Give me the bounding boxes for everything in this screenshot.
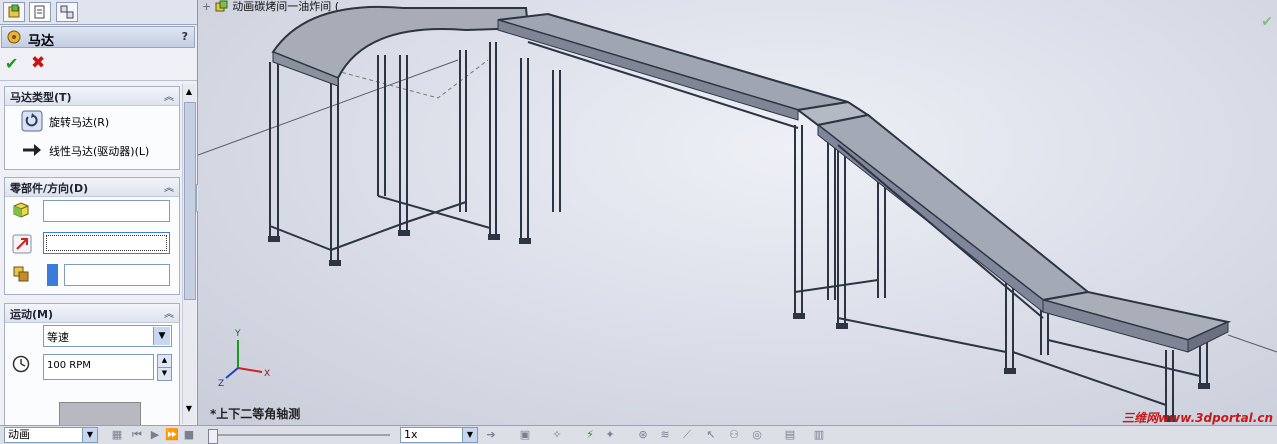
playback-speed-value: 1x — [404, 428, 418, 441]
divider — [0, 80, 197, 81]
playback-speed-select[interactable]: 1x ▼ — [400, 427, 478, 443]
chevron-down-icon[interactable]: ▼ — [82, 428, 97, 442]
motion-profile-graph — [59, 402, 141, 425]
rotary-motor-option[interactable]: 旋转马达(R) — [21, 109, 171, 132]
conveyor-model[interactable]: Y X Z — [198, 0, 1277, 425]
relative-to-field[interactable] — [64, 264, 170, 286]
component-direction-group: 零部件/方向(D) ︽ — [4, 177, 180, 295]
feature-manager-tab[interactable] — [3, 2, 25, 22]
study-type-value: 动画 — [8, 428, 30, 441]
ok-button[interactable]: ✔ — [5, 54, 18, 73]
triad-z-label: Z — [218, 379, 224, 389]
arrow-right-icon[interactable]: ➔ — [484, 428, 498, 442]
help-button[interactable]: ? — [182, 30, 188, 43]
motor-type-title: 马达类型(T) — [10, 91, 72, 104]
study-type-select[interactable]: 动画 ▼ — [4, 427, 98, 443]
contact-icon[interactable]: ⚇ — [727, 428, 741, 442]
motor-type-group: 马达类型(T) ︽ 旋转马达(R) 线性马达(驱动器)(L) — [4, 86, 180, 170]
configuration-manager-tab[interactable] — [56, 2, 78, 22]
rewind-icon[interactable]: ⏮ — [130, 428, 144, 442]
confirm-corner-icon[interactable]: ✔ — [1261, 14, 1273, 30]
collapse-icon[interactable]: ︽ — [164, 305, 174, 320]
incline-belt-1 — [497, 12, 849, 112]
results-icon[interactable]: ▤ — [783, 428, 797, 442]
slider-thumb[interactable] — [208, 429, 218, 444]
wizard-icon[interactable]: ✧ — [550, 428, 564, 442]
collapse-icon[interactable]: ︽ — [164, 88, 174, 103]
auto-key-icon[interactable]: ⚡ — [583, 428, 597, 442]
component-icon — [13, 202, 29, 218]
x-icon: ✖ — [31, 53, 46, 73]
spring-icon[interactable]: ≋ — [658, 428, 672, 442]
speed-value: 100 RPM — [47, 360, 91, 371]
direction-icon[interactable] — [12, 234, 32, 254]
direction-field[interactable] — [43, 232, 170, 254]
rotary-motor-label: 旋转马达(R) — [49, 116, 110, 129]
relative-to-icon — [13, 266, 29, 282]
stop-icon[interactable]: ■ — [182, 428, 196, 442]
linear-motor-icon — [23, 144, 41, 156]
timeline-slider[interactable] — [210, 434, 390, 436]
page-title: 马达 — [28, 34, 55, 49]
motion-title: 运动(M) — [10, 308, 54, 321]
gravity-icon[interactable]: ◎ — [750, 428, 764, 442]
motor-type-header[interactable]: 马达类型(T) ︽ — [5, 87, 179, 106]
save-animation-icon[interactable]: ▣ — [518, 428, 532, 442]
component-field[interactable] — [43, 200, 170, 222]
force-icon[interactable]: ↖ — [704, 428, 718, 442]
property-icon — [34, 5, 45, 19]
damper-icon[interactable]: ⟋ — [680, 428, 694, 442]
property-manager: 马达 ? ✔ ✖ 马达类型(T) ︽ 旋转马达(R) 线性马达(驱动器)(L) — [0, 0, 198, 425]
properties-icon[interactable]: ▥ — [812, 428, 826, 442]
speed-field[interactable]: 100 RPM — [43, 354, 154, 380]
motor-icon — [7, 30, 21, 44]
watermark: 三维网www.3dportal.cn — [1122, 411, 1273, 425]
add-key-icon[interactable]: ✦ — [603, 428, 617, 442]
scrollbar[interactable]: ▲ ▼ — [182, 84, 196, 424]
scroll-up-button[interactable]: ▲ — [184, 87, 194, 99]
motion-study-toolbar: 动画 ▼ ▦ ⏮ ▶ ⏩ ■ 1x ▼ ➔ ▣ ✧ ⚡ ✦ ⊛ ≋ ⟋ ↖ ⚇ … — [0, 425, 1277, 444]
step-icon[interactable]: ⏩ — [165, 428, 179, 442]
triad-y-label: Y — [234, 329, 241, 339]
clock-icon — [12, 355, 30, 373]
property-manager-header: 马达 ? — [1, 26, 195, 49]
motor-toolbar-icon[interactable]: ⊛ — [636, 428, 650, 442]
collapse-icon[interactable]: ︽ — [164, 179, 174, 194]
feet — [268, 230, 1210, 422]
play-icon[interactable]: ▶ — [148, 428, 162, 442]
view-orientation-label: *上下二等角轴测 — [210, 407, 301, 421]
incline-belt-2 — [815, 113, 1091, 302]
focus-ring — [46, 235, 167, 251]
axis-triad: Y X Z — [218, 329, 270, 389]
scrollbar-thumb[interactable] — [184, 102, 196, 300]
manager-tabs — [0, 0, 197, 25]
configuration-icon — [60, 5, 74, 19]
graphics-area[interactable]: + 动画碳烤间一油炸间 (Y X Z *上下二等角轴测 ✔ 三维网www.3d… — [198, 0, 1277, 425]
motion-header[interactable]: 运动(M) ︽ — [5, 304, 179, 323]
rotary-motor-icon — [21, 110, 43, 132]
linear-motor-label: 线性马达(驱动器)(L) — [49, 145, 150, 158]
triad-x-label: X — [264, 369, 270, 379]
motion-type-select[interactable]: 等速 ▼ — [43, 325, 172, 347]
property-manager-tab[interactable] — [29, 2, 51, 22]
calculate-icon[interactable]: ▦ — [110, 428, 124, 442]
motion-type-value: 等速 — [47, 331, 69, 344]
chevron-down-icon[interactable]: ▼ — [462, 428, 477, 442]
check-icon: ✔ — [5, 54, 19, 73]
scroll-down-button[interactable]: ▼ — [184, 404, 194, 416]
motion-group: 运动(M) ︽ 等速 ▼ 100 RPM ▲ ▼ — [4, 303, 180, 425]
component-direction-header[interactable]: 零部件/方向(D) ︽ — [5, 178, 179, 197]
linear-motor-option[interactable]: 线性马达(驱动器)(L) — [21, 139, 176, 161]
spin-up-button[interactable]: ▲ — [157, 354, 172, 368]
chevron-down-icon[interactable]: ▼ — [153, 327, 170, 345]
component-direction-title: 零部件/方向(D) — [10, 182, 89, 195]
cancel-button[interactable]: ✖ — [31, 53, 45, 73]
feature-tree-icon — [8, 4, 20, 18]
spin-down-button[interactable]: ▼ — [157, 367, 172, 381]
color-swatch[interactable] — [47, 264, 58, 286]
